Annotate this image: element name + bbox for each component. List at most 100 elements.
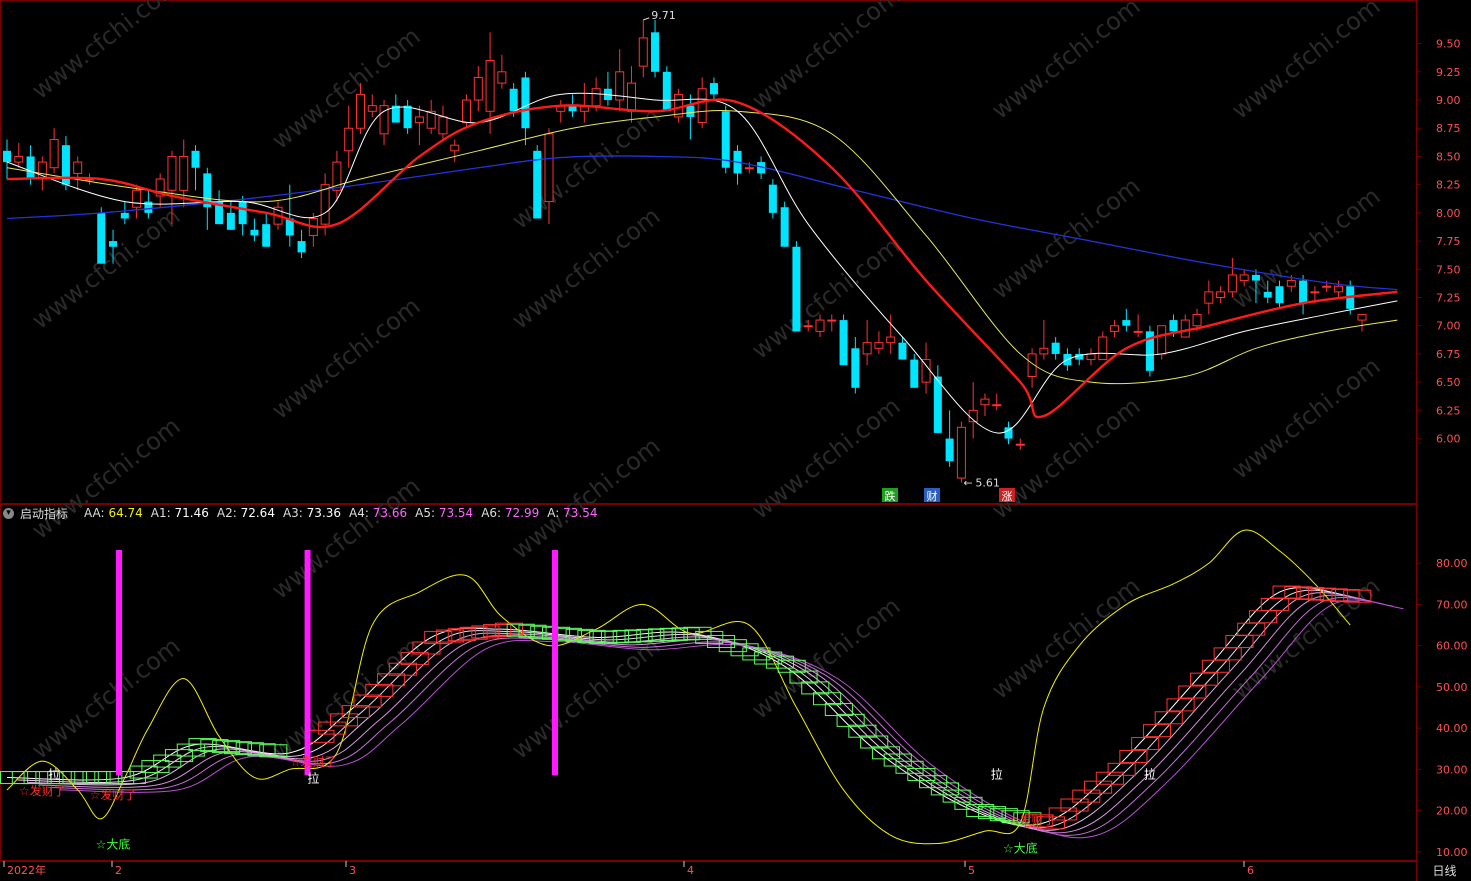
candle-body-up [1133, 330, 1143, 333]
low-label: 5.61 [975, 477, 1000, 490]
candle-body-up [132, 189, 142, 208]
stock-chart[interactable]: www.cfchi.com www.cfchi.com www.cfchi.com w… [0, 0, 1471, 881]
candle-body-up [1216, 291, 1226, 299]
candle-body-up [1192, 313, 1202, 327]
price-tick-label: 7.75 [1436, 235, 1461, 248]
low-arrow: ← [963, 477, 972, 490]
magenta-signal-bar [116, 550, 123, 776]
candle-body-up [803, 325, 813, 328]
candle-body-up [956, 426, 966, 479]
watermark: www.cfchi.com [506, 632, 665, 765]
candle-body-down [109, 241, 118, 247]
watermark: www.cfchi.com [506, 432, 665, 565]
ind-tick-label: 70.00 [1436, 598, 1468, 611]
candle-body-up [1110, 325, 1120, 332]
candle-body-up [697, 88, 707, 124]
candle-body-down [839, 320, 848, 366]
step-box [1107, 762, 1136, 776]
candle-body-down [262, 224, 271, 247]
candle-body-down [509, 88, 518, 112]
candle-body-up [73, 161, 83, 174]
step-box [1237, 622, 1266, 636]
price-tick-label: 7.25 [1436, 292, 1461, 305]
candle-body-down [26, 156, 35, 180]
watermark: www.cfchi.com [746, 0, 905, 115]
candle-body-down [780, 207, 789, 247]
candle-body-up [862, 342, 872, 355]
candle-body-down [933, 376, 942, 433]
ind-tick-label: 50.00 [1436, 681, 1468, 694]
candle-body-up [1015, 443, 1025, 446]
candle-body-up [414, 116, 424, 124]
candle-body-up [1322, 285, 1332, 288]
watermark: www.cfchi.com [26, 632, 185, 765]
collapse-icon[interactable]: ▾ [3, 507, 14, 519]
candle-body-down [1251, 274, 1260, 281]
price-tick-label: 8.75 [1436, 122, 1461, 135]
ind-tick-label: 40.00 [1436, 722, 1468, 735]
candle-body-up [320, 184, 330, 225]
candle-body-up [14, 155, 24, 163]
candle-body-down [709, 83, 718, 95]
watermark: www.cfchi.com [1226, 0, 1385, 125]
candle-body-up [874, 342, 884, 349]
high-label: 9.71 [651, 9, 676, 22]
candle-body-up [1098, 336, 1108, 361]
price-tick-label: 9.50 [1436, 38, 1461, 51]
watermark: www.cfchi.com [266, 292, 425, 425]
price-tick-label: 6.00 [1436, 433, 1461, 446]
price-tick-label: 7.00 [1436, 320, 1461, 333]
candle-body-down [238, 201, 247, 225]
candle-body-up [544, 133, 554, 203]
time-label-2: 3 [349, 864, 356, 877]
candle-body-up [167, 155, 177, 191]
readout-a5: A5: 73.54 [415, 506, 474, 520]
price-tick-label: 8.50 [1436, 150, 1461, 163]
candle-body-up [815, 319, 825, 332]
time-label-5: 6 [1247, 864, 1254, 877]
fortune-marker: ☆发财了 [1009, 812, 1056, 827]
candle-body-up [49, 139, 59, 169]
pull-marker: 拉 [1144, 766, 1156, 781]
candle-body-up [450, 144, 460, 152]
candle-body-up [744, 167, 754, 170]
watermark: www.cfchi.com [986, 0, 1145, 125]
time-label-3: 4 [687, 864, 694, 877]
candle-body-up [980, 398, 990, 406]
candle-body-down [1275, 286, 1284, 304]
candle-body-down [1263, 291, 1272, 298]
time-label-1: 2 [115, 864, 122, 877]
candle-body-down [792, 246, 801, 332]
pull-marker: 拉 [991, 766, 1003, 781]
step-box [1213, 647, 1242, 661]
candle-body-up [1204, 291, 1214, 304]
aa-line [6, 529, 1351, 845]
ind-tick-label: 10.00 [1436, 846, 1468, 859]
a-line-1 [6, 587, 1351, 826]
candle-body-up [1239, 274, 1249, 282]
price-tick-label: 9.25 [1436, 66, 1461, 79]
watermark: www.cfchi.com [1226, 352, 1385, 485]
step-box [129, 765, 158, 779]
ind-tick-label: 30.00 [1436, 763, 1468, 776]
a-line-4 [38, 594, 1383, 834]
candle-body-up [992, 404, 1002, 407]
bottom-marker: ☆大底 [1003, 841, 1038, 856]
ind-tick-label: 60.00 [1436, 640, 1468, 653]
candle-body-down [910, 359, 919, 388]
ma-line-yellow [6, 110, 1398, 385]
candle-body-up [485, 60, 495, 112]
candle-body-up [1157, 325, 1167, 355]
period-label[interactable]: 日线 [1418, 861, 1471, 881]
readout-a1: A1: 71.46 [150, 506, 209, 520]
candle-body-down [1169, 320, 1178, 332]
indicator-name[interactable]: 启动指标 [20, 505, 68, 522]
candle-body-down [533, 150, 542, 219]
watermark: www.cfchi.com [266, 472, 425, 605]
candle-body-down [521, 77, 530, 129]
candle-body-up [1357, 313, 1367, 321]
magenta-signal-bar [304, 550, 311, 776]
candle-body-up [591, 88, 601, 107]
candle-body-up [1333, 285, 1343, 293]
price-tick-label: 8.25 [1436, 179, 1461, 192]
